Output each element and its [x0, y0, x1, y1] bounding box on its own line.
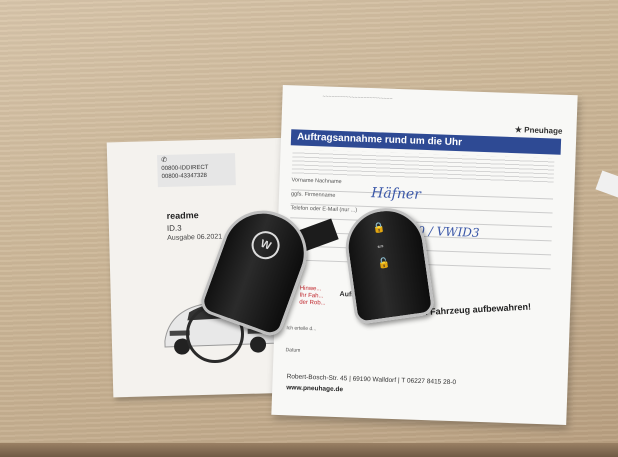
photo-scene: ✆ 00800-IDDIRECT 00800-43347328 readme I…: [0, 0, 618, 457]
lock-icon: 🔒: [372, 222, 387, 235]
sticker-line-2: 00800-43347328: [161, 172, 208, 181]
brand-logo: ★ Pneuhage: [514, 125, 563, 136]
hotline-sticker: ✆ 00800-IDDIRECT 00800-43347328: [157, 153, 236, 188]
unlock-icon: 🔓: [377, 257, 392, 271]
handwritten-name: Häfner: [370, 185, 422, 203]
flap-text: ~~~~~~~~~~~~~~~~~~~~~~~~: [322, 92, 393, 101]
footer-website: www.pneuhage.de: [286, 384, 344, 394]
sticker-line-1: 00800-IDDIRECT: [161, 164, 209, 173]
booklet-title: readme: [166, 210, 199, 221]
car-key-2: 🔒 ⇔ 🔓: [340, 202, 436, 326]
name-field-label: Vorname Nachname: [291, 177, 342, 186]
car-icon: ⇔: [374, 240, 387, 253]
table-edge: [0, 443, 618, 457]
signature-label: Ich erteile d...: [286, 325, 317, 333]
phone-icon: ✆: [161, 156, 168, 165]
firm-field-label: ggfs. Firmenname: [290, 191, 336, 199]
note-text: Hinwe... Ihr Fah... der Rob...: [299, 285, 326, 307]
booklet-model: ID.3: [166, 223, 182, 233]
booklet-edition: Ausgabe 06.2021: [167, 233, 223, 242]
date-label: Datum: [285, 347, 301, 354]
